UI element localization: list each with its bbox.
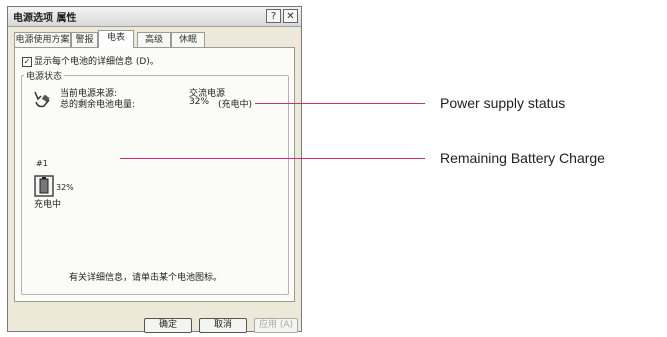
close-button[interactable]: ✕ (283, 9, 298, 23)
power-status-group: 电源状态 当前电源来源: 总的剩余电池电量: 交流电源 32% (充电中) #1… (21, 69, 289, 295)
tab-advanced[interactable]: 高级 (137, 32, 171, 47)
remaining-charge-callout: Remaining Battery Charge (440, 150, 605, 166)
battery-hint: 有关详细信息，请单击某个电池图标。 (69, 273, 223, 283)
tab-alarms[interactable]: 警报 (71, 32, 98, 47)
remaining-charge-callout-line (120, 158, 425, 159)
power-plug-icon (34, 91, 50, 108)
remaining-charge-value: 32% (189, 97, 210, 107)
battery-percent: 32% (56, 183, 74, 192)
tab-power-meter[interactable]: 电表 (98, 30, 134, 48)
battery-state: 充电中 (34, 200, 62, 210)
show-details-checkbox[interactable]: ✓ 显示每个电池的详细信息 (D)。 (22, 54, 159, 67)
apply-button[interactable]: 应用 (A) (254, 318, 298, 333)
tab-hibernate[interactable]: 休眠 (171, 32, 205, 47)
checkbox-check-icon[interactable]: ✓ (22, 56, 32, 67)
ok-button[interactable]: 确定 (144, 318, 192, 333)
tab-power-schemes[interactable]: 电源使用方案 (14, 32, 71, 47)
battery-number: #1 (36, 159, 48, 168)
power-supply-callout: Power supply status (440, 95, 566, 111)
power-options-dialog: 电源选项 属性 ? ✕ 电源使用方案 警报 电表 高级 休眠 ✓ 显示每个电池的详… (7, 6, 302, 333)
help-button[interactable]: ? (266, 9, 281, 23)
power-meter-panel: ✓ 显示每个电池的详细信息 (D)。 电源状态 当前电源来源: 总的剩余电池电量:… (14, 47, 295, 302)
power-supply-callout-line (255, 103, 425, 104)
title-bar: 电源选项 属性 ? ✕ (8, 7, 301, 27)
remaining-charge-label: 总的剩余电池电量: (60, 100, 136, 110)
show-details-label: 显示每个电池的详细信息 (D)。 (34, 57, 159, 67)
power-status-group-title: 电源状态 (24, 69, 65, 82)
window-title: 电源选项 属性 (13, 13, 77, 24)
charging-status: (充电中) (218, 100, 253, 110)
battery-icon[interactable] (34, 175, 54, 197)
cancel-button[interactable]: 取消 (199, 318, 247, 333)
